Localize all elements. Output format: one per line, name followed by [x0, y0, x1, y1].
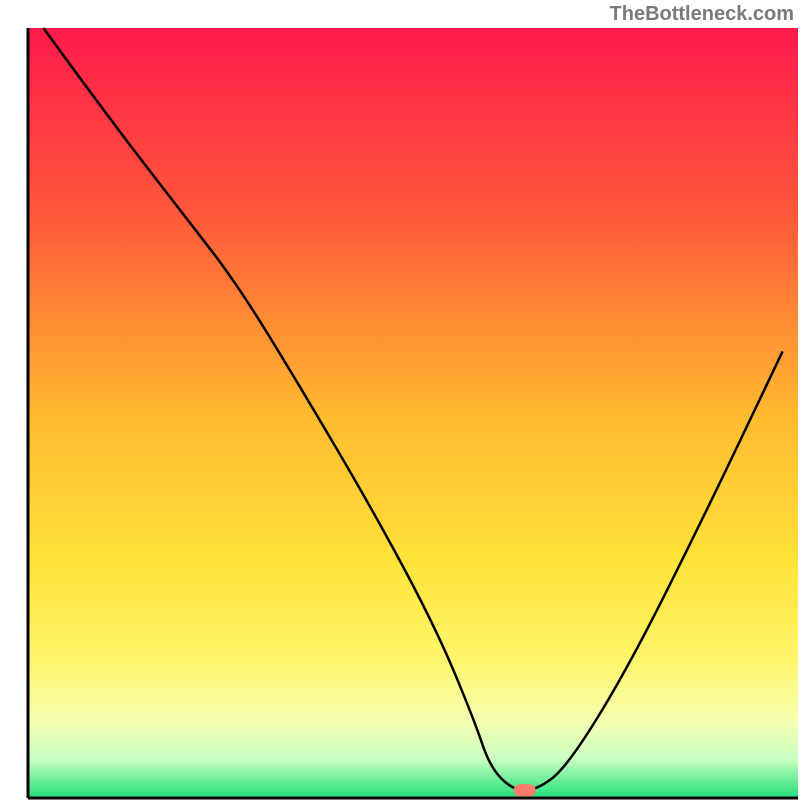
optimal-marker [514, 784, 536, 796]
plot-background [28, 28, 798, 798]
bottleneck-chart [0, 0, 800, 800]
watermark-text: TheBottleneck.com [610, 3, 794, 26]
chart-container: TheBottleneck.com [0, 0, 800, 800]
